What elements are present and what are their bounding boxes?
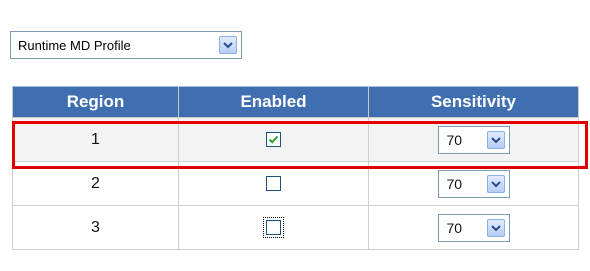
sensitivity-value: 70 xyxy=(446,175,463,192)
enabled-checkbox[interactable] xyxy=(266,131,281,147)
sensitivity-value: 70 xyxy=(446,219,463,236)
sensitivity-select[interactable]: 70 xyxy=(437,125,510,154)
region-header: Region xyxy=(12,86,179,118)
sensitivity-select[interactable]: 70 xyxy=(437,169,510,198)
table-row: 1 70 xyxy=(12,117,579,162)
enabled-cell xyxy=(178,161,369,206)
sensitivity-header: Sensitivity xyxy=(368,86,579,118)
sensitivity-select[interactable]: 70 xyxy=(437,213,510,242)
table-row: 2 70 xyxy=(12,161,579,206)
regions-table: Region Enabled Sensitivity 1 70 2 70 3 7… xyxy=(12,86,579,250)
chevron-down-icon[interactable] xyxy=(486,174,505,193)
enabled-cell xyxy=(178,205,369,250)
profile-select[interactable]: Runtime MD Profile xyxy=(10,31,242,59)
chevron-down-icon[interactable] xyxy=(486,130,505,149)
region-cell: 1 xyxy=(12,117,179,162)
region-cell: 2 xyxy=(12,161,179,206)
sensitivity-cell: 70 xyxy=(368,205,579,250)
sensitivity-cell: 70 xyxy=(368,117,579,162)
enabled-header: Enabled xyxy=(178,86,369,118)
table-row: 3 70 xyxy=(12,205,579,250)
region-cell: 3 xyxy=(12,205,179,250)
sensitivity-cell: 70 xyxy=(368,161,579,206)
checkmark-icon xyxy=(268,135,279,144)
enabled-checkbox[interactable] xyxy=(266,175,281,191)
chevron-down-icon[interactable] xyxy=(219,36,237,54)
chevron-down-icon[interactable] xyxy=(486,218,505,237)
enabled-checkbox[interactable] xyxy=(263,216,284,238)
enabled-cell xyxy=(178,117,369,162)
table-header-row: Region Enabled Sensitivity xyxy=(12,86,579,118)
sensitivity-value: 70 xyxy=(446,131,463,148)
profile-select-value: Runtime MD Profile xyxy=(18,38,131,53)
